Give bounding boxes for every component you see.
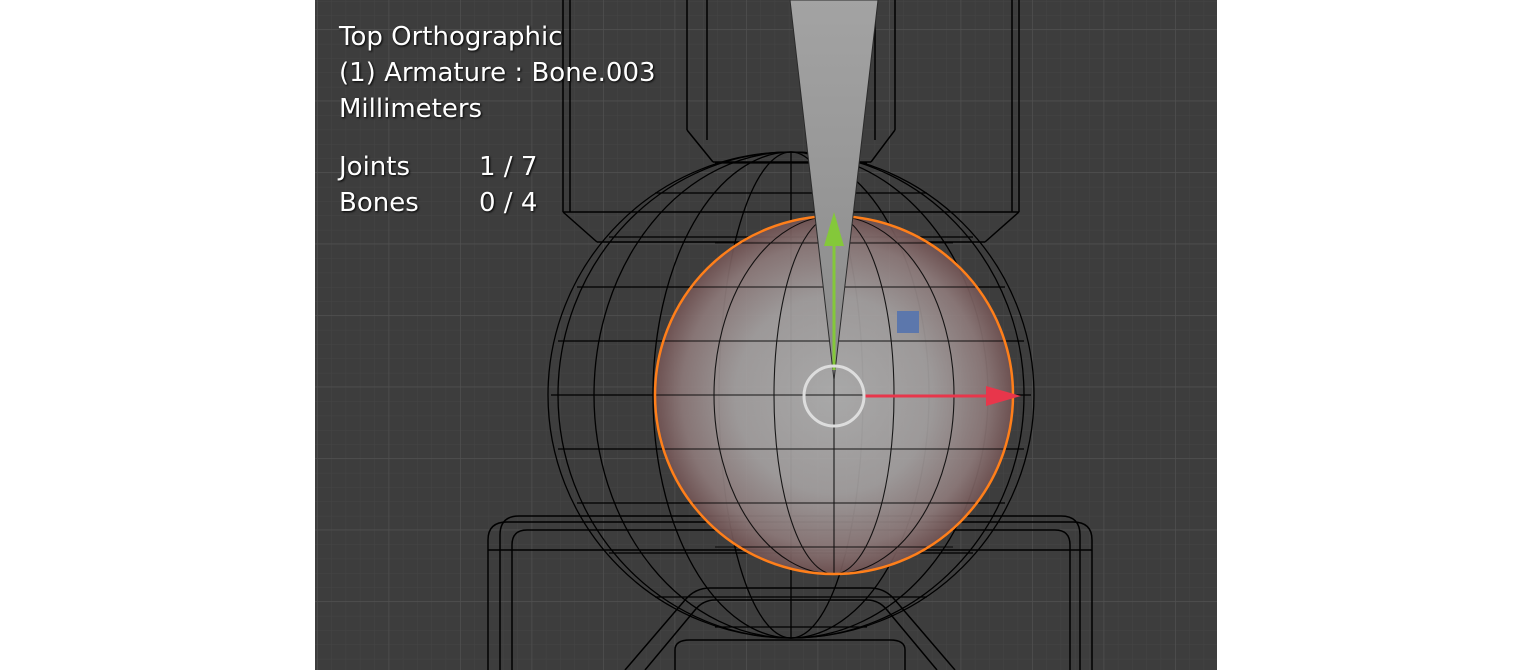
stat-value: 0 / 4	[479, 188, 538, 218]
free-move-square-icon[interactable]	[897, 311, 919, 333]
statistics-overlay: Joints 1 / 7 Bones 0 / 4	[339, 149, 537, 221]
3d-viewport[interactable]: Top Orthographic (1) Armature : Bone.003…	[315, 0, 1217, 670]
stat-label: Joints	[339, 152, 411, 182]
viewport-info-overlay: Top Orthographic (1) Armature : Bone.003…	[339, 19, 656, 127]
stat-row-joints: Joints 1 / 7	[339, 149, 537, 185]
active-object-label: (1) Armature : Bone.003	[339, 58, 656, 88]
units-label: Millimeters	[339, 94, 483, 124]
view-name-label: Top Orthographic	[339, 22, 563, 52]
stat-label: Bones	[339, 188, 419, 218]
stat-row-bones: Bones 0 / 4	[339, 185, 537, 221]
stat-value: 1 / 7	[479, 152, 538, 182]
